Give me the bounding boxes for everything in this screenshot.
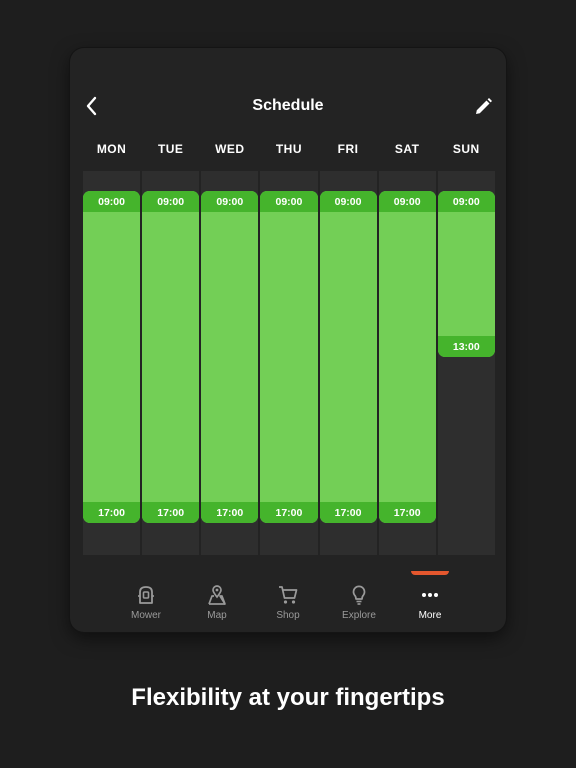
tab-label: More	[418, 610, 442, 621]
day-column-mon[interactable]: 09:00 17:00	[83, 171, 141, 555]
page-title: Schedule	[252, 97, 324, 114]
schedule-slot[interactable]: 09:00 13:00	[437, 191, 495, 357]
slot-end-time: 13:00	[437, 336, 495, 357]
schedule-slot[interactable]: 09:00 17:00	[319, 191, 377, 523]
tab-label: Shop	[276, 610, 300, 621]
schedule-slot[interactable]: 09:00 17:00	[142, 191, 200, 523]
tab-mower[interactable]: Mower	[111, 568, 182, 632]
schedule-slot[interactable]: 09:00 17:00	[260, 191, 318, 523]
schedule-slot[interactable]: 09:00 17:00	[201, 191, 259, 523]
day-column-tue[interactable]: 09:00 17:00	[142, 171, 200, 555]
tab-explore[interactable]: Explore	[324, 568, 395, 632]
map-pin-icon	[206, 584, 228, 606]
day-label-sun: SUN	[452, 142, 480, 156]
edit-button[interactable]	[472, 96, 494, 118]
more-dots-icon	[419, 584, 441, 606]
schedule-slot[interactable]: 09:00 17:00	[83, 191, 141, 523]
slot-start-time: 09:00	[142, 191, 200, 212]
slot-start-time: 09:00	[201, 191, 259, 212]
day-column-sun[interactable]: 09:00 13:00	[437, 171, 495, 555]
slot-start-time: 09:00	[260, 191, 318, 212]
day-headers: MON TUE WED THU FRI SAT SUN	[83, 142, 495, 158]
header: Schedule MON TUE WED THU FRI SAT SUN	[70, 48, 506, 164]
slot-end-time: 17:00	[319, 502, 377, 523]
marketing-caption: Flexibility at your fingertips	[131, 684, 445, 711]
tab-bar: Mower Map Shop Explore More	[70, 568, 506, 632]
slot-end-time: 17:00	[201, 502, 259, 523]
slot-end-time: 17:00	[260, 502, 318, 523]
tab-more[interactable]: More	[395, 568, 466, 632]
day-column-thu[interactable]: 09:00 17:00	[260, 171, 318, 555]
slot-end-time: 17:00	[142, 502, 200, 523]
day-label-mon: MON	[96, 142, 127, 156]
schedule-slot[interactable]: 09:00 17:00	[378, 191, 436, 523]
slot-start-time: 09:00	[378, 191, 436, 212]
schedule-grid: 09:00 17:00 09:00 17:00 09:00 17:00 09:0…	[83, 171, 495, 555]
day-label-sat: SAT	[394, 142, 420, 156]
slot-start-time: 09:00	[83, 191, 141, 212]
slot-start-time: 09:00	[319, 191, 377, 212]
tab-label: Explore	[342, 610, 376, 621]
tab-shop[interactable]: Shop	[253, 568, 324, 632]
day-label-thu: THU	[275, 142, 303, 156]
day-label-tue: TUE	[157, 142, 184, 156]
active-tab-indicator	[411, 571, 449, 575]
day-column-wed[interactable]: 09:00 17:00	[201, 171, 259, 555]
slot-end-time: 17:00	[83, 502, 141, 523]
pencil-icon	[476, 98, 492, 114]
day-column-sat[interactable]: 09:00 17:00	[378, 171, 436, 555]
tab-label: Mower	[130, 610, 161, 621]
cart-icon	[277, 584, 299, 606]
slot-end-time: 17:00	[378, 502, 436, 523]
mower-icon	[135, 584, 157, 606]
slot-start-time: 09:00	[437, 191, 495, 212]
day-column-fri[interactable]: 09:00 17:00	[319, 171, 377, 555]
app-screen: Schedule MON TUE WED THU FRI SAT SUN 09:…	[70, 48, 506, 632]
lightbulb-icon	[348, 584, 370, 606]
tab-label: Map	[207, 610, 227, 621]
day-label-fri: FRI	[337, 142, 359, 156]
tab-map[interactable]: Map	[182, 568, 253, 632]
day-label-wed: WED	[215, 142, 245, 156]
